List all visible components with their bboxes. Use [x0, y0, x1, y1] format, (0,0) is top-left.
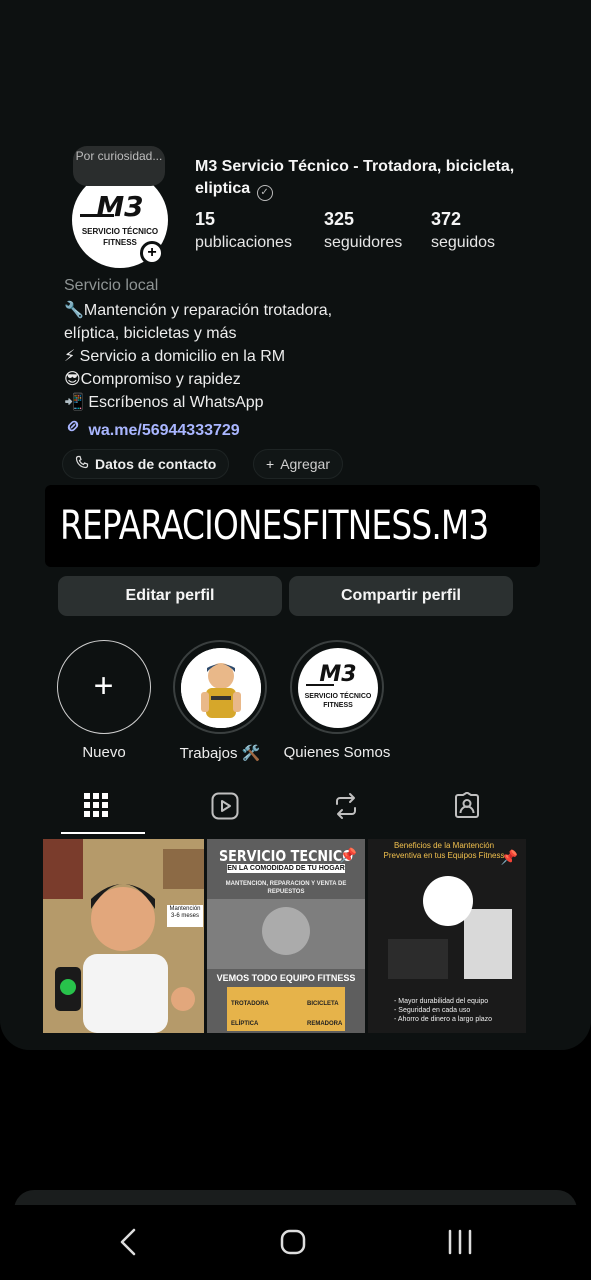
- post-strip: MANTENCION, REPARACION Y VENTA DE REPUES…: [225, 881, 347, 895]
- post-footer: VEMOS TODO EQUIPO FITNESS: [216, 973, 356, 983]
- avatar-logo-text: M3: [96, 190, 144, 223]
- stat-following-value: 372: [431, 209, 462, 229]
- tagged-icon: [454, 791, 479, 818]
- recents-icon: [448, 1229, 472, 1255]
- bio-line: 🔧Mantención y reparación trotadora,: [64, 302, 333, 319]
- post-item: BICICLETA: [307, 1001, 339, 1007]
- contact-info-label: Datos de contacto: [95, 456, 217, 472]
- pin-icon: 📌: [339, 847, 357, 863]
- profile-category: Servicio local: [64, 277, 159, 294]
- stat-following-label: seguidos: [431, 234, 496, 251]
- bio-line: 📲 Escríbenos al WhatsApp: [64, 394, 264, 411]
- stat-followers-label: seguidores: [324, 234, 403, 251]
- back-icon: [120, 1228, 136, 1256]
- post-bullet: - Seguridad en cada uso: [394, 1007, 471, 1014]
- add-button[interactable]: + Agregar: [253, 449, 343, 479]
- post-subtitle: EN LA COMODIDAD DE TU HOGAR: [227, 864, 345, 873]
- post-item: ELÍPTICA: [231, 1021, 259, 1027]
- stat-posts-value: 15: [195, 209, 216, 229]
- link-icon: [64, 417, 84, 440]
- profile-link-text: wa.me/56944333729: [88, 422, 240, 439]
- highlight-ring: [173, 640, 267, 734]
- post-thumbnail[interactable]: SERVICIO TECNICO EN LA COMODIDAD DE TU H…: [207, 839, 365, 1033]
- profile-tabs: [0, 780, 591, 834]
- highlight-label: Nuevo: [82, 744, 126, 761]
- home-icon: [280, 1229, 306, 1255]
- profile-bio: 🔧Mantención y reparación trotadora, elíp…: [64, 299, 332, 414]
- post-item: TROTADORA: [231, 1001, 269, 1007]
- m3-logo-image: M3 SERVICIO TÉCNICO FITNESS: [298, 648, 378, 728]
- add-label: Agregar: [280, 456, 330, 472]
- post-thumbnail[interactable]: Mantención 3-6 meses: [43, 839, 204, 1033]
- bio-line: ⚡ Servicio a domicilio en la RM: [64, 348, 286, 365]
- note-bubble[interactable]: Por curiosidad...: [73, 146, 165, 186]
- verified-icon: ✓: [256, 185, 273, 201]
- highlight-trabajos[interactable]: Trabajos 🛠️: [173, 640, 267, 762]
- post-badge: Mantención 3-6 meses: [167, 905, 203, 927]
- phone-icon: [75, 450, 89, 478]
- highlight-ring: M3 SERVICIO TÉCNICO FITNESS: [290, 640, 384, 734]
- back-button[interactable]: [110, 1222, 150, 1262]
- mechanic-avatar-image: [181, 648, 261, 728]
- profile-name: M3 Servicio Técnico - Trotadora, bicicle…: [195, 156, 535, 201]
- contact-info-button[interactable]: Datos de contacto: [62, 449, 230, 479]
- post-thumbnail[interactable]: Beneficios de la Mantención Preventiva e…: [368, 839, 526, 1033]
- pin-icon: 📌: [500, 849, 518, 865]
- profile-card: M3 SERVICIO TÉCNICO FITNESS Por curiosid…: [0, 0, 591, 1050]
- highlight-logo-subtitle: SERVICIO TÉCNICO FITNESS: [304, 693, 372, 709]
- bio-line: 😎Compromiso y rapidez: [64, 371, 241, 388]
- username-banner-text: REPARACIONESFITNESS.M3: [60, 503, 489, 549]
- tab-grid[interactable]: [44, 780, 148, 834]
- highlight-quienes-somos[interactable]: M3 SERVICIO TÉCNICO FITNESS Quienes Somo…: [284, 640, 390, 761]
- stat-followers-value: 325: [324, 209, 355, 229]
- tab-tagged[interactable]: [393, 780, 540, 834]
- plus-icon: +: [93, 667, 114, 705]
- share-profile-button[interactable]: Compartir perfil: [289, 576, 513, 616]
- home-button[interactable]: [273, 1222, 313, 1262]
- post-title: SERVICIO TECNICO: [218, 847, 354, 865]
- post-illustration: [43, 839, 204, 1033]
- recents-button[interactable]: [440, 1222, 480, 1262]
- profile-link[interactable]: wa.me/56944333729: [64, 417, 240, 440]
- treadmill-logo-mark: [306, 684, 334, 686]
- stat-posts-label: publicaciones: [195, 234, 292, 251]
- bio-line: elíptica, bicicletas y más: [64, 325, 237, 342]
- highlight-new[interactable]: + Nuevo: [57, 640, 151, 761]
- username-banner: REPARACIONESFITNESS.M3: [45, 485, 540, 567]
- grid-icon: [84, 793, 108, 817]
- add-story-icon[interactable]: +: [140, 241, 164, 265]
- highlight-ring: +: [57, 640, 151, 734]
- profile-name-text: M3 Servicio Técnico - Trotadora, bicicle…: [195, 158, 515, 197]
- plus-icon: +: [266, 456, 275, 472]
- reposts-icon: [335, 793, 356, 819]
- post-item: REMADORA: [307, 1021, 343, 1027]
- post-title: Beneficios de la Mantención Preventiva e…: [383, 841, 505, 860]
- highlight-label: Quienes Somos: [283, 744, 391, 761]
- edit-profile-button[interactable]: Editar perfil: [58, 576, 282, 616]
- post-bullet: - Mayor durabilidad del equipo: [394, 998, 489, 1005]
- post-bullet: - Ahorro de dinero a largo plazo: [394, 1016, 493, 1023]
- stat-followers[interactable]: 325 seguidores: [324, 207, 402, 255]
- stat-posts[interactable]: 15 publicaciones: [195, 207, 292, 255]
- reels-icon: [211, 792, 238, 820]
- highlight-label: Trabajos 🛠️: [179, 745, 261, 762]
- stat-following[interactable]: 372 seguidos: [431, 207, 495, 255]
